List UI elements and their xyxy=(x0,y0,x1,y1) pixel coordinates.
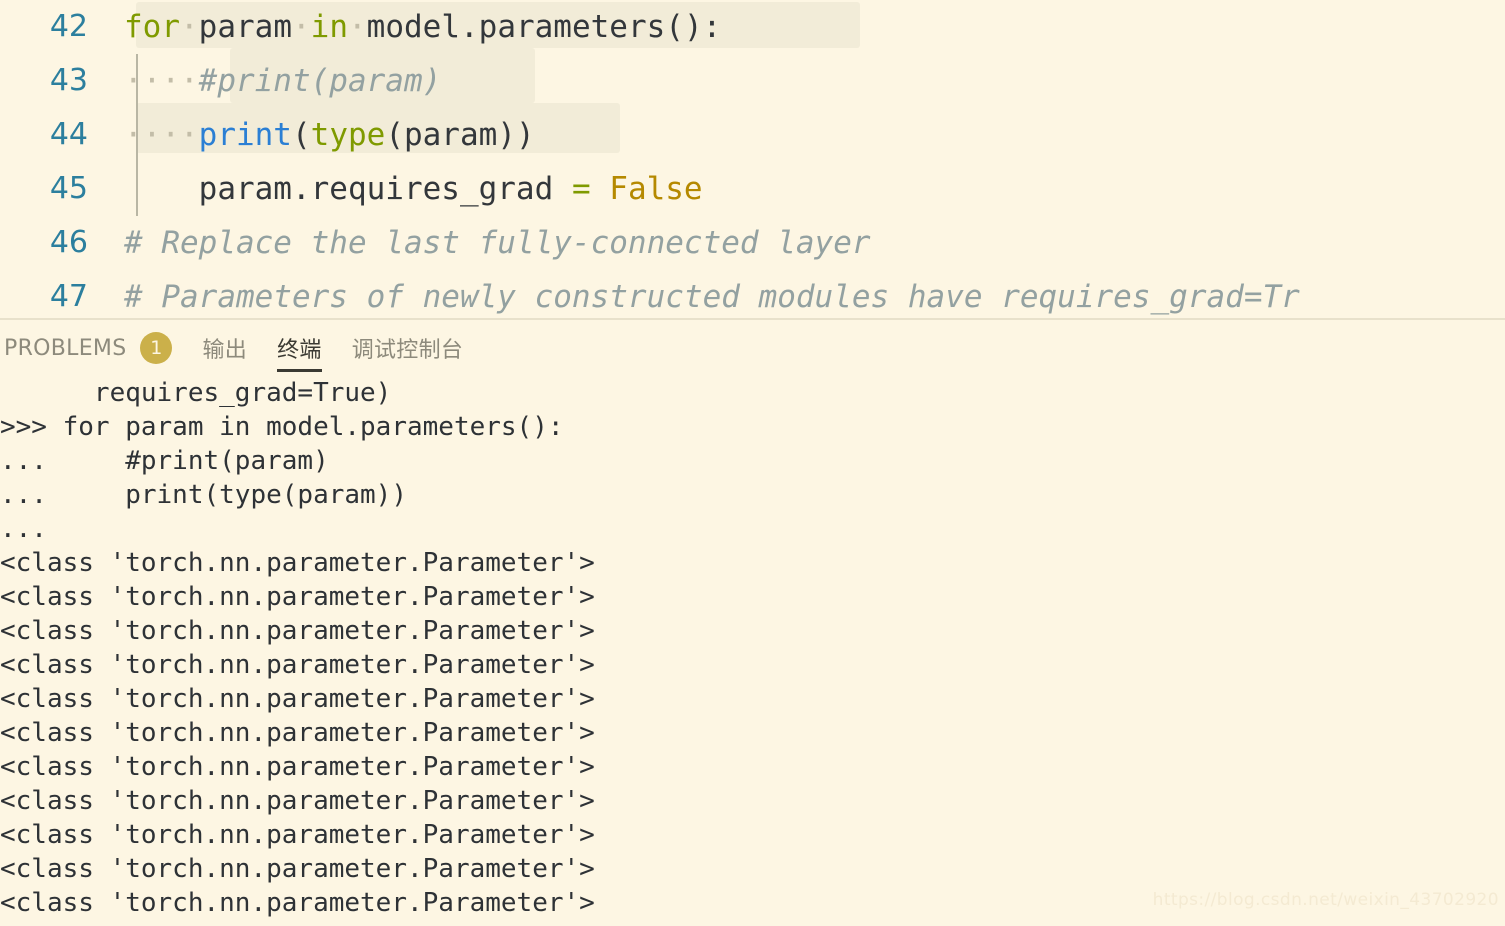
terminal-line: <class 'torch.nn.parameter.Parameter'> xyxy=(0,888,595,918)
code-line[interactable]: 44 ····print(type(param)) xyxy=(0,108,1505,162)
terminal-line: <class 'torch.nn.parameter.Parameter'> xyxy=(0,684,595,714)
code-token: ( xyxy=(291,117,311,153)
code-line[interactable]: 43 ····#print(param) xyxy=(0,54,1505,108)
code-token: # Replace the last fully-connected layer xyxy=(124,225,871,261)
panel-tab-label: 输出 xyxy=(202,338,248,363)
terminal-line: ... print(type(param)) xyxy=(0,480,407,510)
code-line-text: # Replace the last fully-connected layer xyxy=(124,216,871,270)
line-number: 45 xyxy=(49,171,88,206)
code-token: # Parameters of newly constructed module… xyxy=(124,279,1300,315)
terminal-line: <class 'torch.nn.parameter.Parameter'> xyxy=(0,582,595,612)
terminal-line: <class 'torch.nn.parameter.Parameter'> xyxy=(0,752,595,782)
terminal-line: <class 'torch.nn.parameter.Parameter'> xyxy=(0,548,595,578)
panel-tab-2[interactable]: 输出 xyxy=(202,320,247,376)
code-line-text: for·param·in·model.parameters(): xyxy=(124,0,721,54)
terminal-line: requires_grad=True) xyxy=(0,378,392,408)
terminal-output[interactable]: requires_grad=True) >>> for param in mode… xyxy=(0,376,1505,920)
terminal-line: ... xyxy=(0,514,63,544)
bottom-panel: PROBLEMS 1 输出 终端 调试控制台 requires_grad=True) >>… xyxy=(0,320,1505,926)
panel-tab-4[interactable]: 调试控制台 xyxy=(352,320,464,376)
code-token: (param)) xyxy=(385,117,535,153)
line-number: 47 xyxy=(49,279,88,314)
code-token: · xyxy=(348,9,367,45)
code-editor[interactable]: 42 for·param·in·model.parameters(): 43 ····… xyxy=(0,0,1505,318)
code-token: False xyxy=(609,171,703,207)
code-token: ···· xyxy=(124,63,199,99)
code-line[interactable]: 45 param.requires_grad = False xyxy=(0,162,1505,216)
panel-tab-1[interactable]: PROBLEMS 1 xyxy=(4,320,173,376)
terminal-line: <class 'torch.nn.parameter.Parameter'> xyxy=(0,820,595,850)
panel-tab-label: 终端 xyxy=(277,338,322,363)
code-token: · xyxy=(292,9,311,45)
code-line-text: param.requires_grad = False xyxy=(124,162,703,216)
code-token: in xyxy=(310,9,348,45)
code-token: type xyxy=(310,117,386,153)
code-token: print xyxy=(198,117,292,153)
line-number: 46 xyxy=(49,225,88,260)
code-token: param xyxy=(198,9,292,45)
terminal-line: >>> for param in model.parameters(): xyxy=(0,412,564,442)
code-line[interactable]: 46 # Replace the last fully-connected lay… xyxy=(0,216,1505,270)
terminal-line: <class 'torch.nn.parameter.Parameter'> xyxy=(0,786,595,816)
code-token: model.parameters(): xyxy=(366,9,722,45)
terminal-line: <class 'torch.nn.parameter.Parameter'> xyxy=(0,650,595,680)
panel-tab-label: PROBLEMS xyxy=(4,335,127,361)
terminal-line: <class 'torch.nn.parameter.Parameter'> xyxy=(0,718,595,748)
panel-tab-3[interactable]: 终端 xyxy=(277,320,322,376)
code-token: for xyxy=(124,9,180,45)
problems-count-badge: 1 xyxy=(140,332,173,364)
line-number: 42 xyxy=(49,9,88,44)
panel-tab-label: 调试控制台 xyxy=(351,338,464,363)
code-token: · xyxy=(180,9,199,45)
panel-tab-bar: PROBLEMS 1 输出 终端 调试控制台 xyxy=(0,320,1505,376)
code-token: #print(param) xyxy=(198,63,442,99)
line-number: 43 xyxy=(49,63,88,98)
code-line-text: # Parameters of newly constructed module… xyxy=(124,270,1300,318)
code-token: param.requires_grad xyxy=(124,171,572,207)
line-number: 44 xyxy=(49,117,88,152)
code-line-text: ····#print(param) xyxy=(124,54,441,108)
editor-line-list: 42 for·param·in·model.parameters(): 43 ····… xyxy=(0,0,1505,318)
terminal-line: ... #print(param) xyxy=(0,446,329,476)
code-token: = xyxy=(571,171,591,207)
terminal-line: <class 'torch.nn.parameter.Parameter'> xyxy=(0,854,595,884)
code-token: ···· xyxy=(124,117,199,153)
terminal-line: <class 'torch.nn.parameter.Parameter'> xyxy=(0,616,595,646)
code-line[interactable]: 47 # Parameters of newly constructed modu… xyxy=(0,270,1505,318)
code-line[interactable]: 42 for·param·in·model.parameters(): xyxy=(0,0,1505,54)
code-line-text: ····print(type(param)) xyxy=(124,108,535,162)
